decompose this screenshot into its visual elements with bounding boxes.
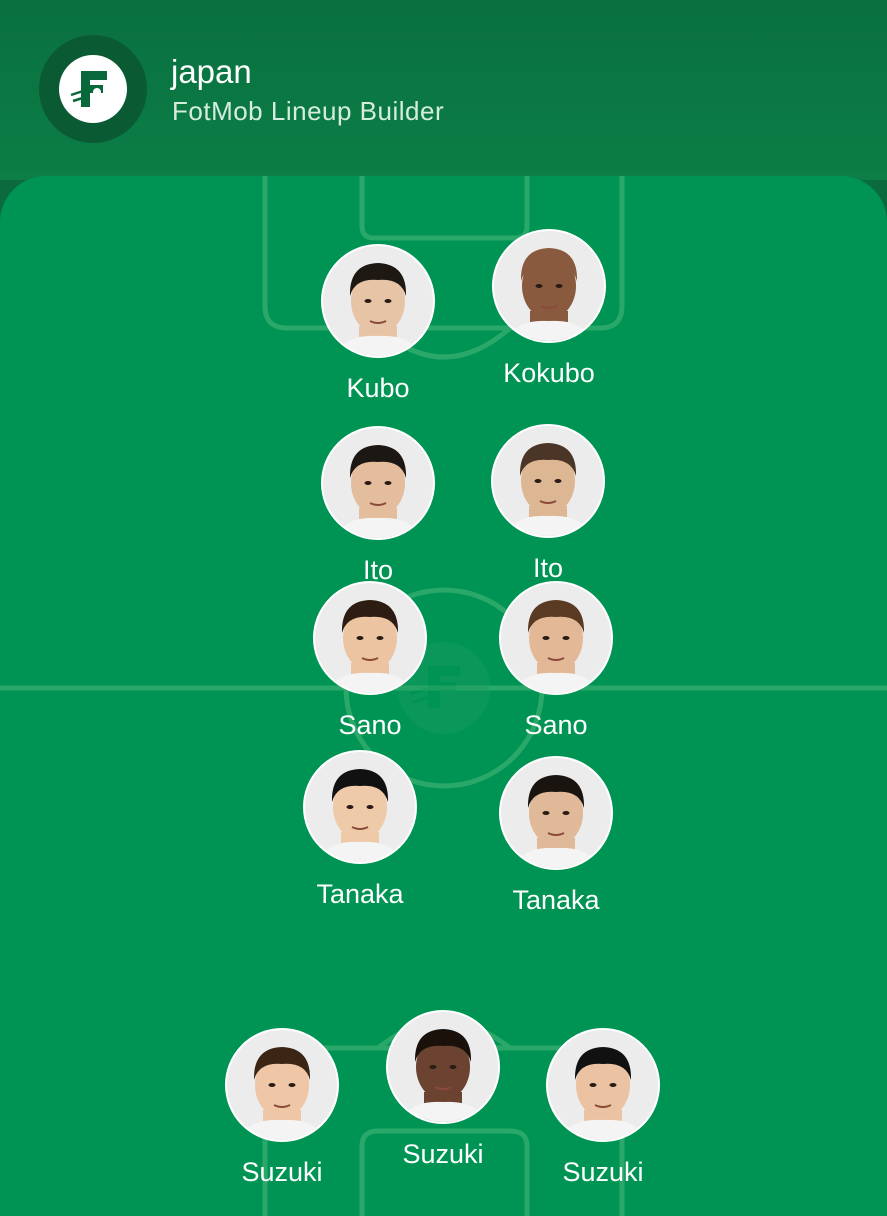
player-name: Kubo <box>346 373 410 403</box>
player-card[interactable]: Ito <box>298 426 458 586</box>
team-name: japan <box>171 53 252 90</box>
player-avatar[interactable] <box>303 750 417 864</box>
player-card[interactable]: Suzuki <box>363 1010 523 1170</box>
player-name: Kokubo <box>503 358 595 388</box>
player-avatar[interactable] <box>321 244 435 358</box>
player-card[interactable]: Suzuki <box>523 1028 683 1188</box>
player-avatar[interactable] <box>499 581 613 695</box>
player-card[interactable]: Kokubo <box>469 229 629 389</box>
player-name: Suzuki <box>241 1157 323 1187</box>
team-logo <box>39 35 147 143</box>
player-name: Suzuki <box>562 1157 644 1187</box>
player-name: Ito <box>532 553 564 583</box>
player-name: Sano <box>338 710 402 740</box>
player-avatar[interactable] <box>491 424 605 538</box>
player-avatar[interactable] <box>313 581 427 695</box>
player-name: Sano <box>524 710 588 740</box>
player-name: Suzuki <box>402 1139 484 1169</box>
player-card[interactable]: Ito <box>468 424 628 584</box>
player-name: Tanaka <box>512 885 600 915</box>
player-avatar[interactable] <box>499 756 613 870</box>
player-avatar[interactable] <box>546 1028 660 1142</box>
player-card[interactable]: Sano <box>290 581 450 741</box>
page-subtitle: FotMob Lineup Builder <box>172 96 445 126</box>
pitch: Kubo Kokubo Ito Ito Sano Sano Tanaka Tanaka Suzu… <box>0 176 887 1216</box>
player-card[interactable]: Sano <box>476 581 636 741</box>
player-avatar[interactable] <box>321 426 435 540</box>
player-avatar[interactable] <box>492 229 606 343</box>
player-avatar[interactable] <box>386 1010 500 1124</box>
player-card[interactable]: Tanaka <box>476 756 636 916</box>
player-card[interactable]: Tanaka <box>280 750 440 910</box>
player-card[interactable]: Suzuki <box>202 1028 362 1188</box>
fotmob-logo-icon <box>59 55 127 123</box>
player-card[interactable]: Kubo <box>298 244 458 404</box>
player-name: Tanaka <box>316 879 404 909</box>
player-avatar[interactable] <box>225 1028 339 1142</box>
header: japan FotMob Lineup Builder <box>0 0 887 180</box>
